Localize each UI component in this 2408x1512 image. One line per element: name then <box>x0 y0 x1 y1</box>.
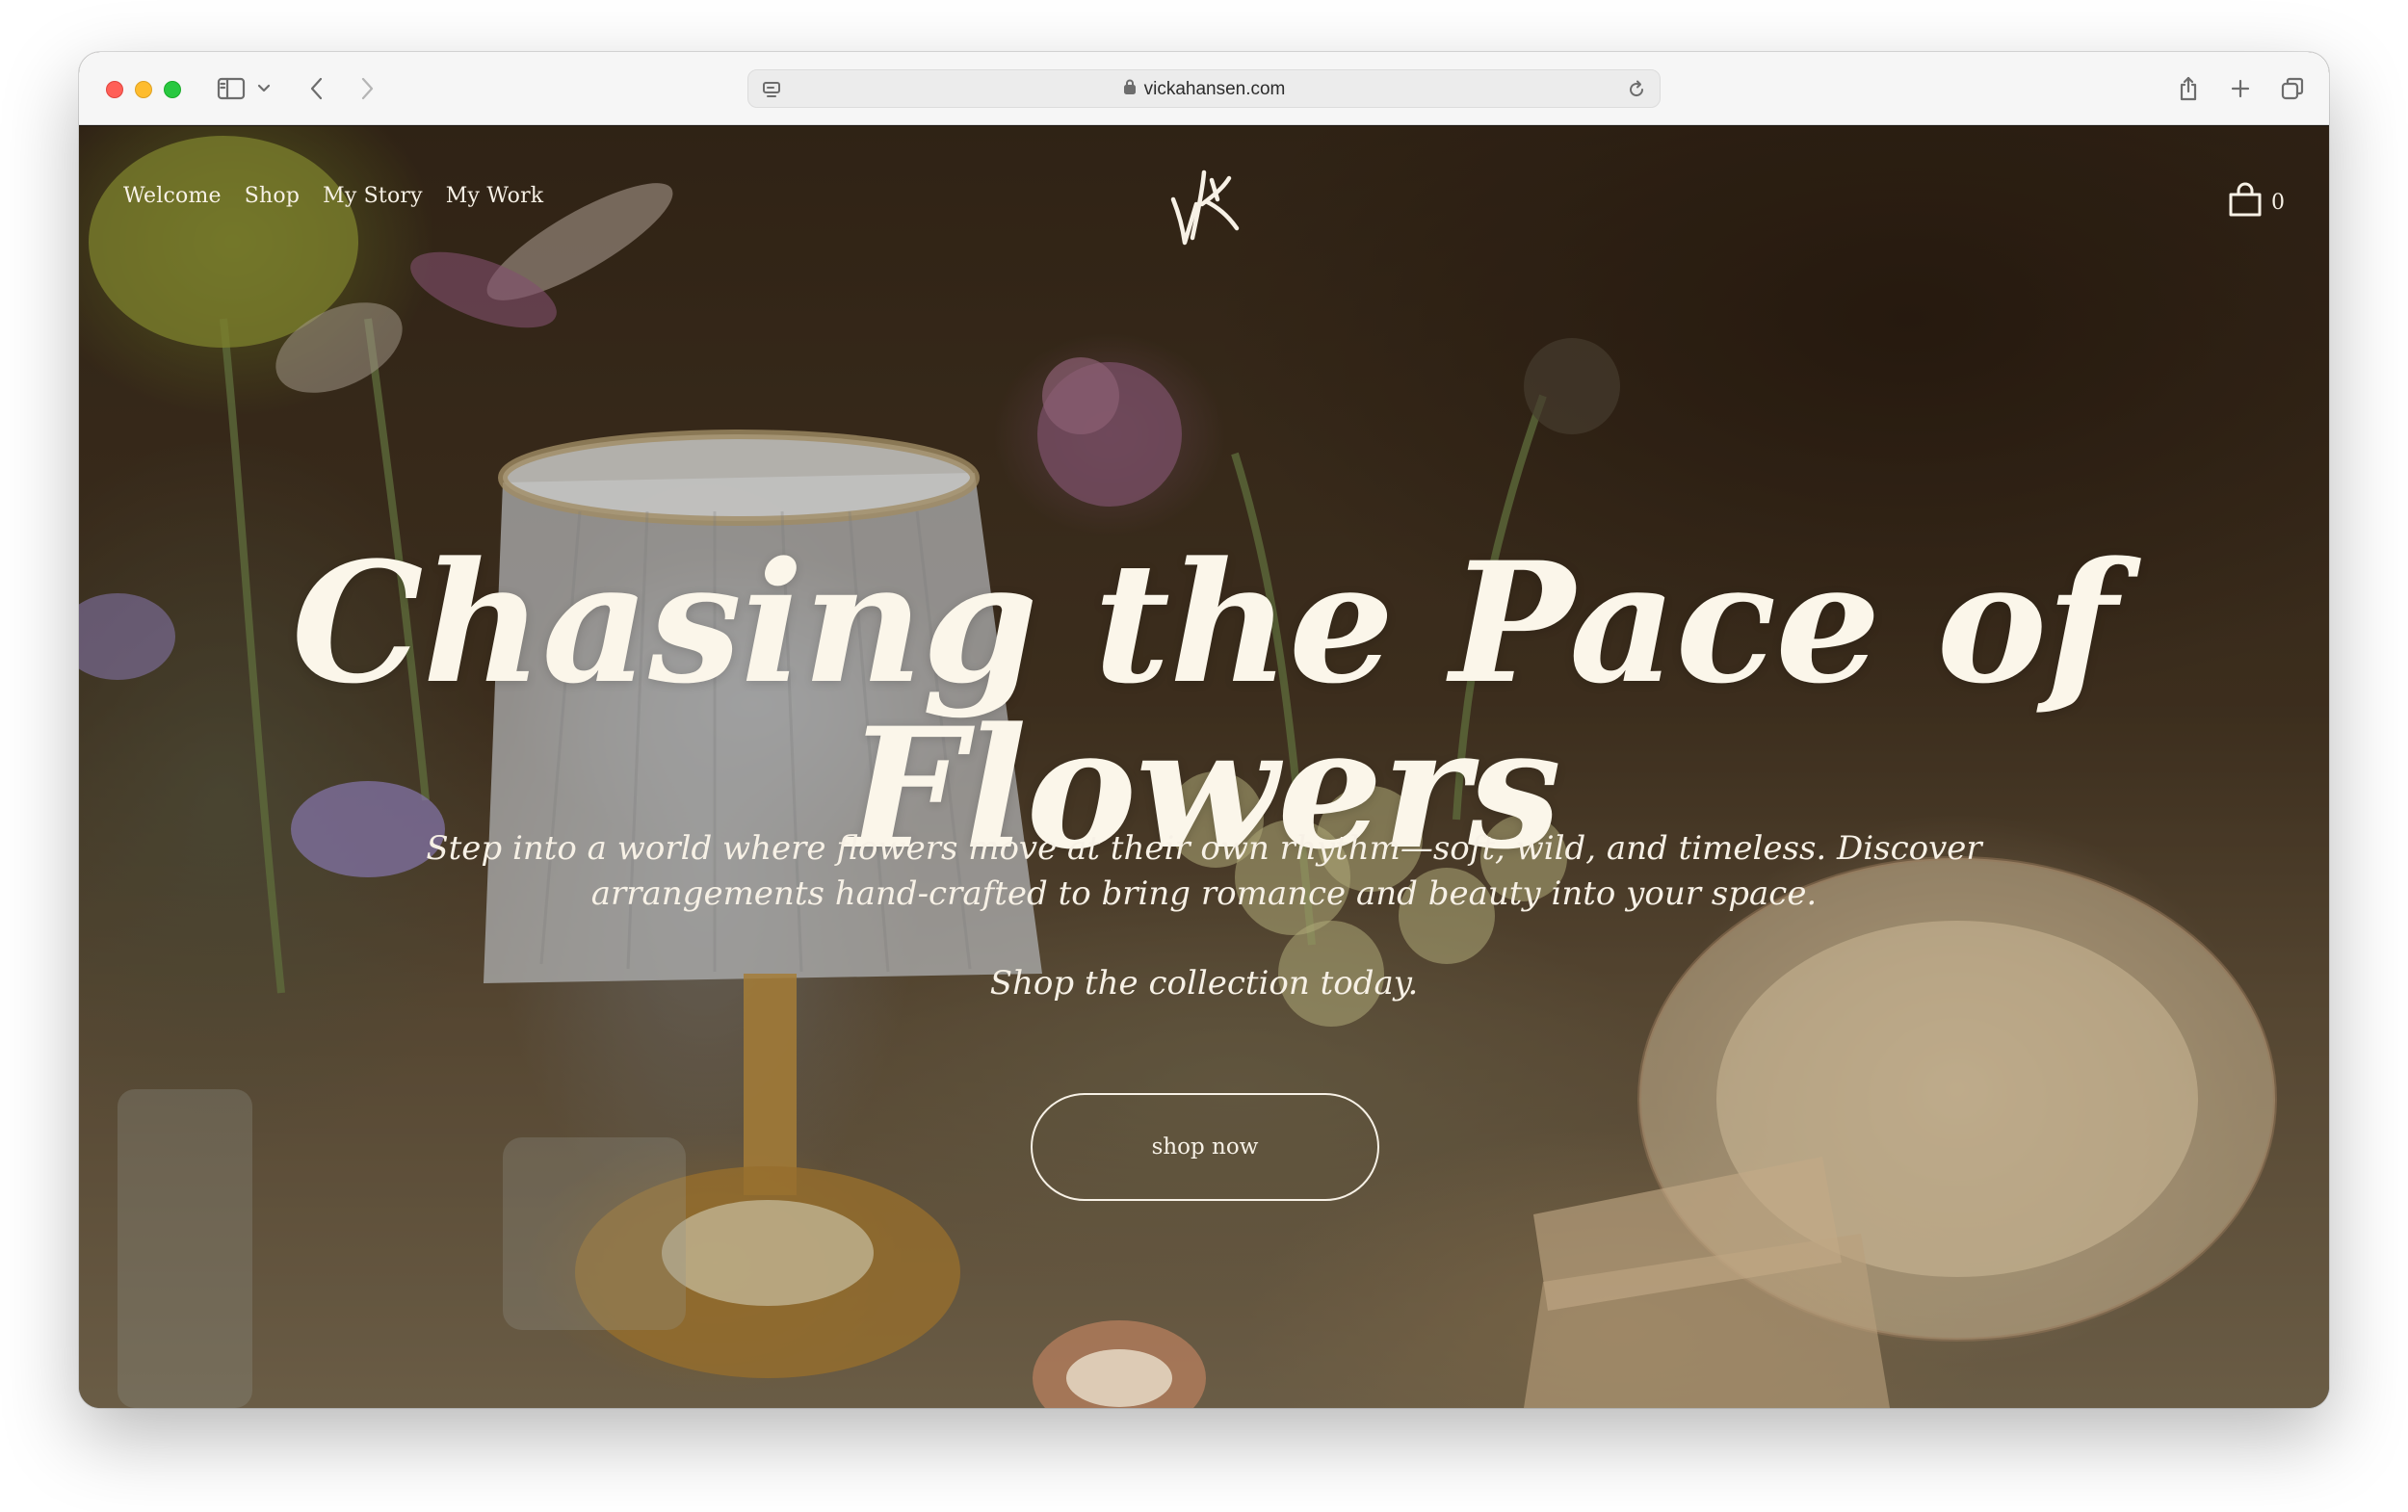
address-bar[interactable]: vickahansen.com <box>747 69 1661 108</box>
cart-button[interactable]: 0 <box>2227 182 2285 223</box>
hero-section: Welcome Shop My Story My Work 0 Chasing … <box>79 126 2329 1408</box>
nav-shop[interactable]: Shop <box>245 184 300 208</box>
url-text: vickahansen.com <box>1143 79 1286 99</box>
tab-overview-icon[interactable] <box>2275 71 2310 106</box>
shop-now-button[interactable]: shop now <box>1031 1093 1379 1201</box>
hero-headline: Chasing the Pace of Flowers <box>291 525 2118 886</box>
browser-window: vickahansen.com Welcome Shop My Story My… <box>79 52 2329 1408</box>
hero-subtitle: Step into a world where flowers move at … <box>426 829 1982 913</box>
forward-icon[interactable] <box>353 71 381 106</box>
nav-welcome[interactable]: Welcome <box>123 184 222 208</box>
close-window-button[interactable] <box>106 81 123 98</box>
lock-icon <box>1123 78 1137 101</box>
back-icon[interactable] <box>302 71 331 106</box>
nav-my-work[interactable]: My Work <box>446 184 544 208</box>
chevron-down-icon[interactable] <box>254 71 274 106</box>
sidebar-icon[interactable] <box>214 71 249 106</box>
shopping-bag-icon <box>2227 182 2264 223</box>
nav-my-story[interactable]: My Story <box>323 184 423 208</box>
hero-tagline: Shop the collection today. <box>989 964 1419 1003</box>
site-nav: Welcome Shop My Story My Work <box>123 184 543 208</box>
cart-count: 0 <box>2271 191 2285 215</box>
browser-toolbar: vickahansen.com <box>79 52 2329 125</box>
reload-icon[interactable] <box>1623 72 1650 107</box>
site-logo[interactable] <box>1167 161 1244 248</box>
minimize-window-button[interactable] <box>135 81 152 98</box>
share-icon[interactable] <box>2171 71 2206 106</box>
new-tab-icon[interactable] <box>2223 71 2258 106</box>
zoom-window-button[interactable] <box>164 81 181 98</box>
